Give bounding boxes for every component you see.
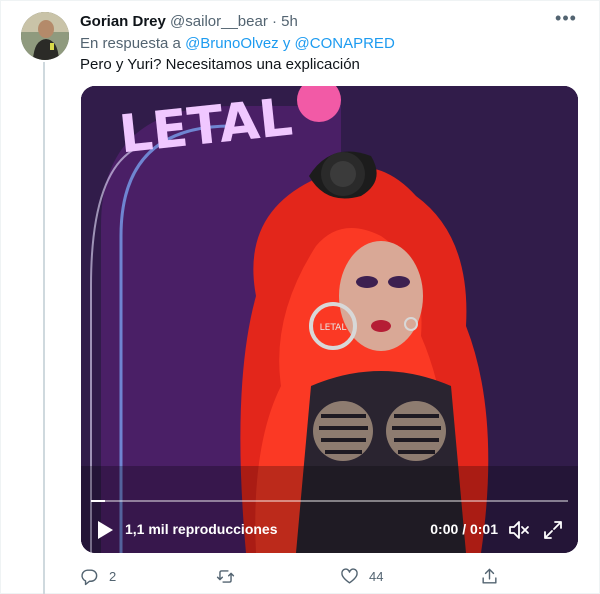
reply-icon	[81, 568, 98, 585]
mention-brunoolvez[interactable]: @BrunoOlvez	[185, 35, 279, 52]
avatar[interactable]	[21, 12, 69, 60]
author-handle[interactable]: @sailor__bear	[170, 13, 268, 30]
reply-count: 2	[109, 568, 117, 584]
mute-icon[interactable]	[508, 519, 530, 541]
play-icon[interactable]	[95, 519, 115, 541]
reply-conjunction: y	[282, 35, 291, 52]
time-current: 0:00	[430, 521, 459, 537]
tweet-header: Gorian Drey @sailor__bear · 5h	[80, 12, 298, 32]
earring-text: LETAL	[320, 323, 347, 333]
share-button[interactable]	[480, 564, 499, 588]
video-controls: 1,1 mil reproducciones 0:00 / 0:01	[81, 507, 578, 553]
retweet-button[interactable]	[216, 564, 245, 588]
reply-context: En respuesta a @BrunoOlvez y @CONAPRED	[80, 34, 395, 54]
thread-connector-line	[43, 62, 45, 594]
mention-conapred[interactable]: @CONAPRED	[295, 35, 395, 52]
author-name[interactable]: Gorian Drey	[80, 13, 166, 30]
more-options-icon[interactable]: •••	[554, 8, 578, 32]
fullscreen-icon[interactable]	[542, 519, 564, 541]
time-readout: 0:00 / 0:01	[430, 521, 498, 537]
progress-fill	[91, 500, 106, 502]
tweet-time[interactable]: 5h	[281, 13, 298, 30]
separator-dot: ·	[272, 13, 277, 30]
like-button[interactable]: 44	[340, 564, 383, 588]
time-separator: /	[462, 521, 467, 537]
like-count: 44	[369, 568, 384, 584]
reply-prefix: En respuesta a	[80, 35, 181, 52]
heart-icon	[341, 567, 358, 584]
progress-bar[interactable]	[91, 500, 568, 502]
time-total: 0:01	[469, 521, 498, 537]
share-icon	[482, 568, 497, 584]
tweet-text: Pero y Yuri? Necesitamos una explicación	[80, 56, 360, 73]
video-frame: LETAL LETAL	[81, 86, 578, 553]
reply-button[interactable]: 2	[80, 564, 116, 588]
retweet-icon	[216, 569, 235, 583]
video-player[interactable]: LETAL LETAL 1,1 mil reproducciones 0:00 …	[81, 86, 578, 553]
tweet-actions: 2 44	[80, 564, 520, 588]
view-count: 1,1 mil reproducciones	[125, 521, 278, 537]
